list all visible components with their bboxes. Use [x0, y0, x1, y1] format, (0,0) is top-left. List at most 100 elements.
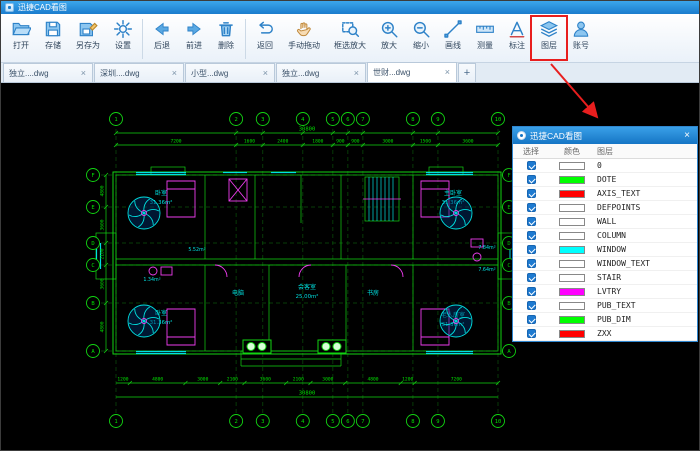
add-tab-button[interactable]: + — [458, 63, 476, 82]
svg-text:2100: 2100 — [293, 377, 304, 383]
toolbar-button-zoom-in[interactable]: 放大 — [373, 17, 405, 61]
svg-text:4800: 4800 — [367, 377, 378, 383]
layer-panel-titlebar[interactable]: 迅捷CAD看图 × — [513, 127, 697, 144]
toolbar-button-draw-line[interactable]: 画线 — [437, 17, 469, 61]
layer-table-header: 选择颜色图层 — [513, 144, 697, 159]
layer-checkbox[interactable] — [527, 231, 536, 240]
toolbar-button-settings[interactable]: 设置 — [107, 17, 139, 61]
tab-4[interactable]: 世财...dwg× — [367, 62, 457, 82]
toolbar-button-return[interactable]: 返回 — [249, 17, 281, 61]
toolbar-button-save[interactable]: 存储 — [37, 17, 69, 61]
layer-check-cell — [513, 301, 549, 310]
layer-color-cell — [549, 288, 595, 296]
toolbar-button-label: 标注 — [509, 40, 525, 51]
layer-checkbox[interactable] — [527, 217, 536, 226]
svg-text:D: D — [507, 241, 510, 247]
svg-text:8: 8 — [411, 117, 414, 123]
panel-close-icon[interactable]: × — [681, 131, 693, 141]
toolbar-button-label: 画线 — [445, 40, 461, 51]
tab-close-icon[interactable]: × — [353, 69, 360, 78]
layer-panel-title: 迅捷CAD看图 — [530, 130, 681, 142]
svg-text:3600: 3600 — [462, 139, 473, 145]
layer-color-swatch[interactable] — [559, 232, 585, 240]
toolbar-button-zoom-out[interactable]: 缩小 — [405, 17, 437, 61]
toolbar-button-layers[interactable]: 图层 — [533, 17, 565, 61]
toolbar-button-account[interactable]: 账号 — [565, 17, 597, 61]
layer-checkbox[interactable] — [527, 287, 536, 296]
tab-bar: 独立....dwg×深圳....dwg×小型...dwg×独立...dwg×世财… — [1, 63, 699, 83]
tab-1[interactable]: 深圳....dwg × — [94, 63, 184, 82]
tab-close-icon[interactable]: × — [262, 69, 269, 78]
svg-text:4800: 4800 — [100, 321, 106, 332]
toolbar-button-annotate[interactable]: 标注 — [501, 17, 533, 61]
layer-name: WINDOW — [595, 245, 697, 254]
layer-color-swatch[interactable] — [559, 302, 585, 310]
fan-symbols — [128, 197, 472, 337]
toolbar-button-back[interactable]: 后退 — [146, 17, 178, 61]
toolbar-button-hand-drag[interactable]: 手动拖动 — [281, 17, 327, 61]
layer-checkbox[interactable] — [527, 161, 536, 170]
tab-close-icon[interactable]: × — [444, 68, 451, 77]
layer-color-swatch[interactable] — [559, 218, 585, 226]
layer-checkbox[interactable] — [527, 273, 536, 282]
layer-checkbox[interactable] — [527, 301, 536, 310]
layer-name: 0 — [595, 161, 697, 170]
layer-name: COLUMN — [595, 231, 697, 240]
svg-text:F: F — [91, 173, 94, 179]
layer-checkbox[interactable] — [527, 203, 536, 212]
layer-row: DOTE — [513, 173, 697, 187]
layer-check-cell — [513, 315, 549, 324]
tab-2[interactable]: 小型...dwg × — [185, 63, 275, 82]
layer-color-swatch[interactable] — [559, 260, 585, 268]
svg-text:会客室: 会客室 — [298, 283, 316, 291]
layer-color-swatch[interactable] — [559, 316, 585, 324]
toolbar-separator — [142, 19, 143, 59]
toolbar-button-save-as[interactable]: 另存为 — [69, 17, 107, 61]
furniture-symbols — [149, 179, 483, 345]
layer-color-swatch[interactable] — [559, 288, 585, 296]
tab-close-icon[interactable]: × — [80, 69, 87, 78]
layer-row: WALL — [513, 215, 697, 229]
tab-close-icon[interactable]: × — [171, 69, 178, 78]
toolbar-button-delete[interactable]: 删除 — [210, 17, 242, 61]
svg-text:7200: 7200 — [451, 377, 462, 383]
layer-checkbox[interactable] — [527, 189, 536, 198]
layer-color-cell — [549, 204, 595, 212]
layer-color-swatch[interactable] — [559, 330, 585, 338]
svg-text:8: 8 — [411, 419, 414, 425]
toolbar-button-forward[interactable]: 前进 — [178, 17, 210, 61]
layer-color-swatch[interactable] — [559, 176, 585, 184]
layer-checkbox[interactable] — [527, 245, 536, 254]
delete-icon — [216, 19, 236, 39]
layer-color-swatch[interactable] — [559, 204, 585, 212]
tab-label: 小型...dwg — [191, 68, 228, 79]
measure-icon — [475, 19, 495, 39]
layer-row: PUB_TEXT — [513, 299, 697, 313]
layer-check-cell — [513, 175, 549, 184]
toolbar-button-label: 返回 — [257, 40, 273, 51]
layer-color-cell — [549, 162, 595, 170]
layer-checkbox[interactable] — [527, 259, 536, 268]
layer-color-swatch[interactable] — [559, 274, 585, 282]
layer-name: DEFPOINTS — [595, 203, 697, 212]
tab-label: 深圳....dwg — [100, 68, 140, 79]
annotate-icon — [507, 19, 527, 39]
tab-label: 独立....dwg — [9, 68, 49, 79]
settings-icon — [113, 19, 133, 39]
layer-checkbox[interactable] — [527, 329, 536, 338]
layer-checkbox[interactable] — [527, 175, 536, 184]
toolbar-button-label: 设置 — [115, 40, 131, 51]
layer-checkbox[interactable] — [527, 315, 536, 324]
svg-text:书房: 书房 — [367, 289, 379, 297]
layer-color-swatch[interactable] — [559, 162, 585, 170]
toolbar-button-box-zoom[interactable]: 框选放大 — [327, 17, 373, 61]
layer-color-swatch[interactable] — [559, 246, 585, 254]
layer-color-swatch[interactable] — [559, 190, 585, 198]
svg-text:1.34m²: 1.34m² — [143, 277, 160, 283]
tab-0[interactable]: 独立....dwg × — [3, 63, 93, 82]
tab-3[interactable]: 独立...dwg× — [276, 63, 366, 82]
toolbar-button-measure[interactable]: 测量 — [469, 17, 501, 61]
toolbar-button-open-file[interactable]: 打开 — [5, 17, 37, 61]
layer-name: WINDOW_TEXT — [595, 259, 697, 268]
svg-text:7: 7 — [361, 419, 364, 425]
